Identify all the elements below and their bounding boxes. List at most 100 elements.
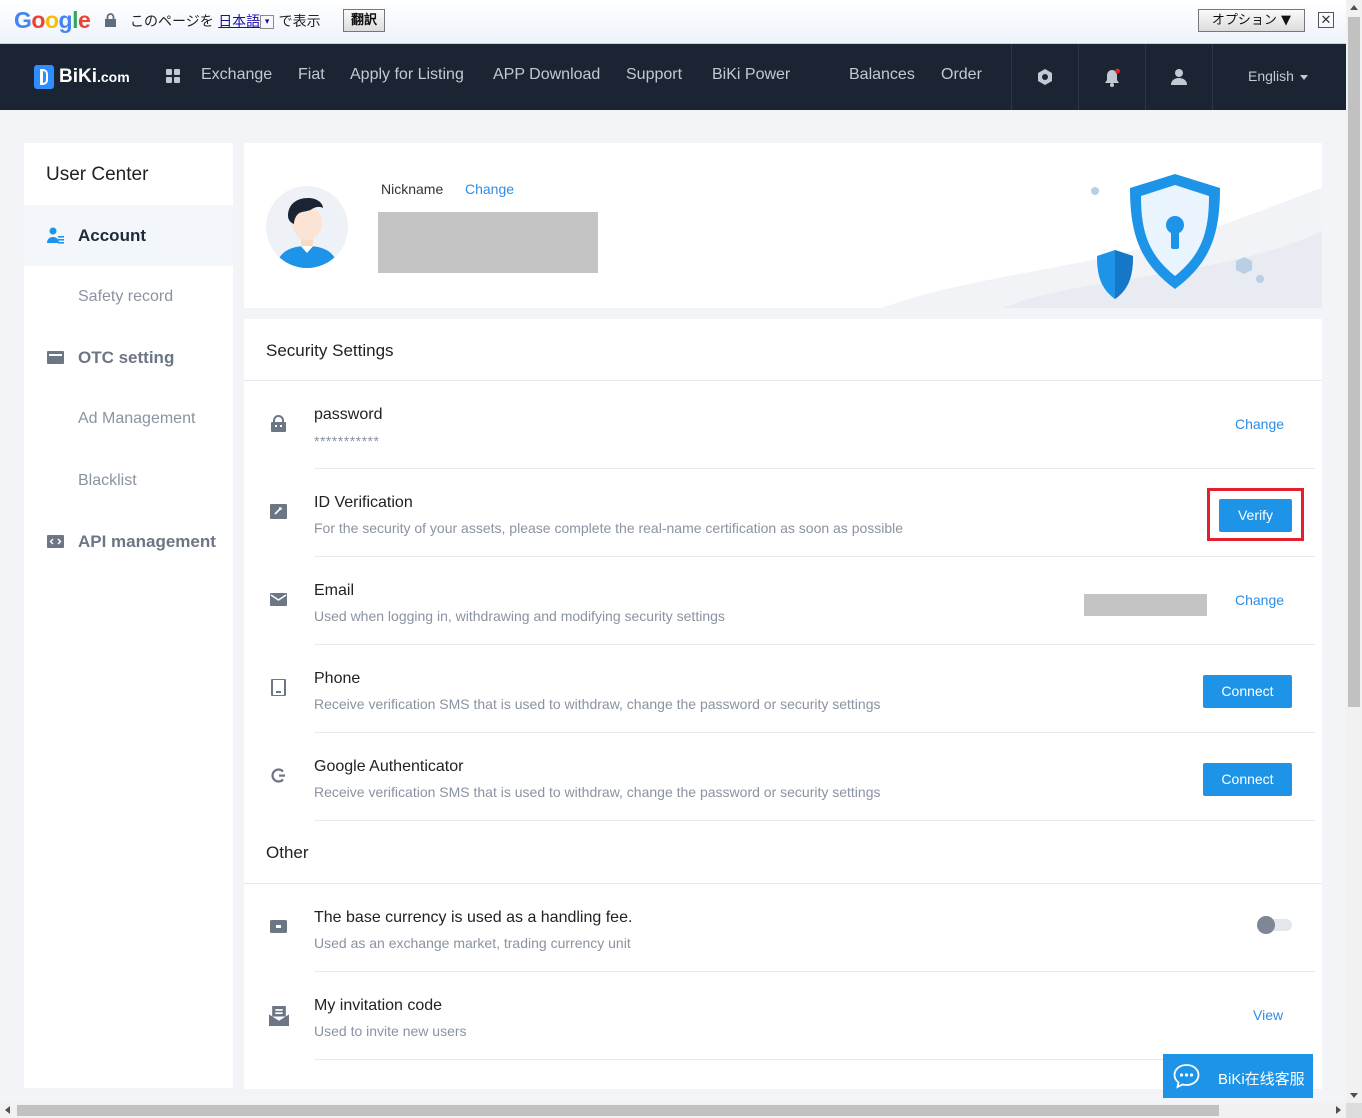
close-icon[interactable]: ✕: [1318, 12, 1334, 28]
row-subtitle: For the security of your assets, please …: [314, 520, 904, 536]
handling-fee-toggle[interactable]: [1257, 916, 1292, 934]
nav-exchange[interactable]: Exchange: [201, 66, 272, 84]
sidebar-item-otc-setting[interactable]: OTC setting: [24, 327, 233, 388]
connect-google-auth-button[interactable]: Connect: [1203, 763, 1292, 796]
row-subtitle: Receive verification SMS that is used to…: [314, 784, 881, 800]
nav-divider: [1145, 44, 1146, 110]
customer-service-chat-button[interactable]: BiKi在线客服: [1163, 1054, 1313, 1098]
nav-app-download[interactable]: APP Download: [493, 66, 600, 84]
sidebar-item-account[interactable]: Account: [24, 205, 233, 266]
nav-divider: [1212, 44, 1213, 110]
nav-divider: [1011, 44, 1012, 110]
row-subtitle: ***********: [314, 433, 380, 449]
security-settings-title: Security Settings: [266, 341, 394, 360]
language-select[interactable]: English: [1248, 68, 1308, 84]
nav-support[interactable]: Support: [626, 66, 682, 84]
id-card-icon: [270, 504, 287, 519]
sidebar-item-label: Safety record: [78, 287, 174, 305]
row-title: ID Verification: [314, 494, 413, 511]
invite-icon: [269, 1006, 289, 1026]
row-title: The base currency is used as a handling …: [314, 909, 633, 926]
sidebar-item-blacklist[interactable]: Blacklist: [24, 450, 233, 511]
avatar: [266, 186, 348, 268]
row-title: password: [314, 406, 383, 423]
nickname-redacted: [378, 212, 598, 273]
lock-icon: [105, 13, 116, 27]
profile-card: Nickname Change: [244, 143, 1322, 308]
security-row-id-verification: ID Verification For the security of your…: [244, 469, 1322, 557]
message-prefix: このページを: [130, 14, 214, 30]
security-row-email: Email Used when logging in, withdrawing …: [244, 557, 1322, 645]
language-dropdown[interactable]: ▾: [260, 15, 275, 29]
chat-bubble-icon: [1173, 1064, 1200, 1089]
logo-text: BiKi: [59, 66, 97, 87]
connect-phone-button[interactable]: Connect: [1203, 675, 1292, 708]
horizontal-scrollbar[interactable]: [0, 1103, 1346, 1118]
mail-icon: [270, 593, 287, 606]
row-subtitle: Receive verification SMS that is used to…: [314, 696, 881, 712]
security-row-google-authenticator: Google Authenticator Receive verificatio…: [244, 733, 1322, 821]
biki-logo[interactable]: BiKi.com: [34, 65, 130, 89]
scroll-right-arrow-icon[interactable]: [1336, 1106, 1341, 1114]
nav-balances[interactable]: Balances: [849, 66, 915, 84]
apps-grid-icon[interactable]: [166, 69, 180, 83]
code-icon: [47, 535, 64, 548]
sidebar-item-label: Blacklist: [78, 471, 137, 489]
sidebar-item-label: API management: [78, 531, 216, 551]
sidebar-item-label: OTC setting: [78, 347, 175, 367]
scroll-left-arrow-icon[interactable]: [5, 1106, 10, 1114]
row-subtitle: Used as an exchange market, trading curr…: [314, 935, 631, 951]
row-title: Google Authenticator: [314, 758, 464, 775]
nickname-change-link[interactable]: Change: [465, 181, 514, 197]
sidebar-item-api-management[interactable]: API management: [24, 511, 233, 572]
coin-icon: [270, 920, 287, 933]
vertical-scroll-thumb[interactable]: [1348, 17, 1360, 707]
security-row-password: password *********** Change: [244, 381, 1322, 469]
other-title: Other: [266, 843, 309, 862]
nav-biki-power[interactable]: BiKi Power: [712, 66, 790, 84]
horizontal-scroll-thumb[interactable]: [17, 1105, 1219, 1116]
security-settings-card: Security Settings password *********** C…: [244, 319, 1322, 1089]
scroll-down-arrow-icon[interactable]: [1350, 1093, 1358, 1098]
settings-hex-icon[interactable]: [1036, 68, 1054, 86]
change-password-link[interactable]: Change: [1235, 416, 1284, 432]
nav-divider: [1078, 44, 1079, 110]
options-button[interactable]: オプション ▼: [1198, 9, 1305, 32]
nav-order[interactable]: Order: [941, 66, 982, 84]
change-email-link[interactable]: Change: [1235, 592, 1284, 608]
other-row-handling-fee: The base currency is used as a handling …: [244, 884, 1322, 972]
vertical-scrollbar[interactable]: [1346, 0, 1362, 1103]
email-redacted: [1084, 594, 1207, 616]
card-icon: [47, 351, 64, 364]
verify-button[interactable]: Verify: [1219, 499, 1292, 532]
other-row-invitation-code: My invitation code Used to invite new us…: [244, 972, 1322, 1060]
sidebar-title: User Center: [46, 164, 149, 185]
row-subtitle: Used when logging in, withdrawing and mo…: [314, 608, 725, 624]
translate-button[interactable]: 翻訳: [343, 9, 386, 32]
bell-icon[interactable]: [1103, 68, 1121, 88]
message-suffix: で表示: [278, 14, 321, 30]
divider: [314, 820, 1315, 821]
sidebar-item-safety-record[interactable]: Safety record: [24, 266, 233, 327]
security-shield-illustration: [882, 174, 1322, 308]
scroll-up-arrow-icon[interactable]: [1350, 5, 1358, 10]
language-link[interactable]: 日本語: [218, 14, 260, 30]
translate-bar: Google このページを 日本語 ▾ で表示 翻訳 オプション ▼ ✕: [0, 0, 1346, 44]
user-icon[interactable]: [1171, 68, 1187, 86]
sidebar-item-ad-management[interactable]: Ad Management: [24, 388, 233, 449]
nav-apply-listing[interactable]: Apply for Listing: [350, 66, 464, 84]
row-title: Phone: [314, 670, 361, 687]
translate-message: このページを 日本語 ▾ で表示: [130, 11, 321, 31]
sidebar-item-label: Account: [78, 225, 146, 245]
view-invitation-link[interactable]: View: [1253, 1007, 1283, 1023]
scrollbar-corner: [1346, 1103, 1362, 1118]
user-card-icon: [47, 227, 64, 244]
nickname-label: Nickname: [381, 181, 444, 197]
google-logo: Google: [14, 7, 91, 33]
google-auth-icon: [271, 768, 285, 783]
sidebar-item-label: Ad Management: [78, 409, 196, 427]
user-center-sidebar: User Center Account Safety record OTC se…: [24, 143, 233, 1088]
top-nav: BiKi.com Exchange Fiat Apply for Listing…: [0, 44, 1346, 110]
phone-icon: [271, 679, 286, 696]
nav-fiat[interactable]: Fiat: [298, 66, 325, 84]
